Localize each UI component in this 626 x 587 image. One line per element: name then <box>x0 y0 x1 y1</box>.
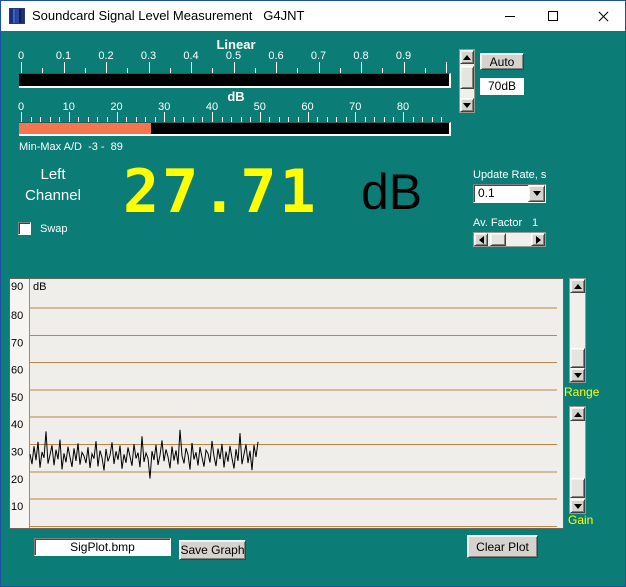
left-arrow-icon <box>479 236 484 244</box>
clear-plot-button[interactable]: Clear Plot <box>467 535 538 558</box>
dropdown-arrow-icon <box>533 191 541 196</box>
av-factor-label: Av. Factor <box>473 217 522 229</box>
range-scrollbar[interactable] <box>569 278 586 383</box>
svg-text:10: 10 <box>11 501 23 513</box>
level-scale-scrollbar[interactable] <box>459 49 475 113</box>
update-rate-dropdown-button[interactable] <box>528 185 545 202</box>
filename-field[interactable]: SigPlot.bmp <box>34 538 171 556</box>
app-window: Soundcard Signal Level Measurement G4JNT… <box>0 0 626 587</box>
minimize-button[interactable] <box>491 1 529 31</box>
down-arrow-icon <box>574 373 582 378</box>
auto-button[interactable]: Auto <box>480 53 524 70</box>
maximize-icon <box>548 11 558 21</box>
up-arrow-icon <box>463 55 471 60</box>
linear-scale-ticks <box>1 62 461 73</box>
db-reading-unit: dB <box>361 163 422 221</box>
down-arrow-icon <box>463 103 471 108</box>
scale-scroll-thumb[interactable] <box>460 66 474 89</box>
svg-text:70: 70 <box>11 337 23 349</box>
av-factor-scrollbar[interactable] <box>473 232 546 247</box>
maximize-button[interactable] <box>534 1 572 31</box>
gain-scrollbar[interactable] <box>569 406 586 514</box>
linear-level-bar <box>19 73 451 88</box>
channel-label: Left Channel <box>7 164 99 206</box>
av-factor-value: 1 <box>532 217 538 229</box>
gain-scroll-down-button[interactable] <box>570 499 585 513</box>
swap-checkbox-label: Swap <box>40 223 68 235</box>
right-arrow-icon <box>536 236 541 244</box>
update-rate-label: Update Rate, s <box>473 169 546 181</box>
window-title: Soundcard Signal Level Measurement G4JNT <box>32 1 304 31</box>
signal-plot-canvas: 90 80 70 60 50 40 30 20 10 dB <box>10 279 563 528</box>
svg-text:30: 30 <box>11 447 23 459</box>
scale-scroll-up-button[interactable] <box>460 50 474 64</box>
range-preset-label: 70dB <box>480 78 524 95</box>
svg-text:20: 20 <box>11 474 23 486</box>
svg-text:60: 60 <box>11 365 23 377</box>
gain-scroll-up-button[interactable] <box>570 407 585 421</box>
minmax-readout: Min-Max A/D -3 - 89 <box>19 141 123 153</box>
close-button[interactable] <box>584 1 622 31</box>
down-arrow-icon <box>574 504 582 509</box>
update-rate-combobox[interactable]: 0.1 <box>473 184 546 203</box>
linear-scale-labels: 00.10.20.30.40.50.60.70.80.9 <box>1 50 461 62</box>
db-level-bar <box>19 122 451 136</box>
range-label: Range <box>564 385 599 399</box>
app-icon <box>9 8 25 24</box>
svg-text:dB: dB <box>33 281 46 293</box>
db-level-fill <box>19 123 151 134</box>
swap-checkbox[interactable] <box>18 222 31 235</box>
range-scroll-thumb[interactable] <box>570 348 585 368</box>
gain-scroll-thumb[interactable] <box>570 478 585 498</box>
up-arrow-icon <box>574 412 582 417</box>
svg-text:50: 50 <box>11 392 23 404</box>
minimize-icon <box>505 16 515 17</box>
signal-plot: 90 80 70 60 50 40 30 20 10 dB <box>9 278 564 529</box>
av-factor-thumb[interactable] <box>490 233 506 246</box>
av-factor-right-button[interactable] <box>531 233 545 246</box>
scale-scroll-down-button[interactable] <box>460 98 474 112</box>
range-scroll-up-button[interactable] <box>570 279 585 293</box>
range-scroll-down-button[interactable] <box>570 368 585 382</box>
gain-label: Gain <box>568 513 593 527</box>
svg-text:40: 40 <box>11 419 23 431</box>
av-factor-left-button[interactable] <box>474 233 488 246</box>
svg-text:80: 80 <box>11 310 23 322</box>
db-reading-value: 27.71 <box>123 157 363 227</box>
save-graph-button[interactable]: Save Graph <box>179 540 246 560</box>
titlebar: Soundcard Signal Level Measurement G4JNT <box>1 1 625 31</box>
svg-text:90: 90 <box>11 281 23 293</box>
up-arrow-icon <box>574 284 582 289</box>
db-scale-ticks <box>1 112 461 122</box>
